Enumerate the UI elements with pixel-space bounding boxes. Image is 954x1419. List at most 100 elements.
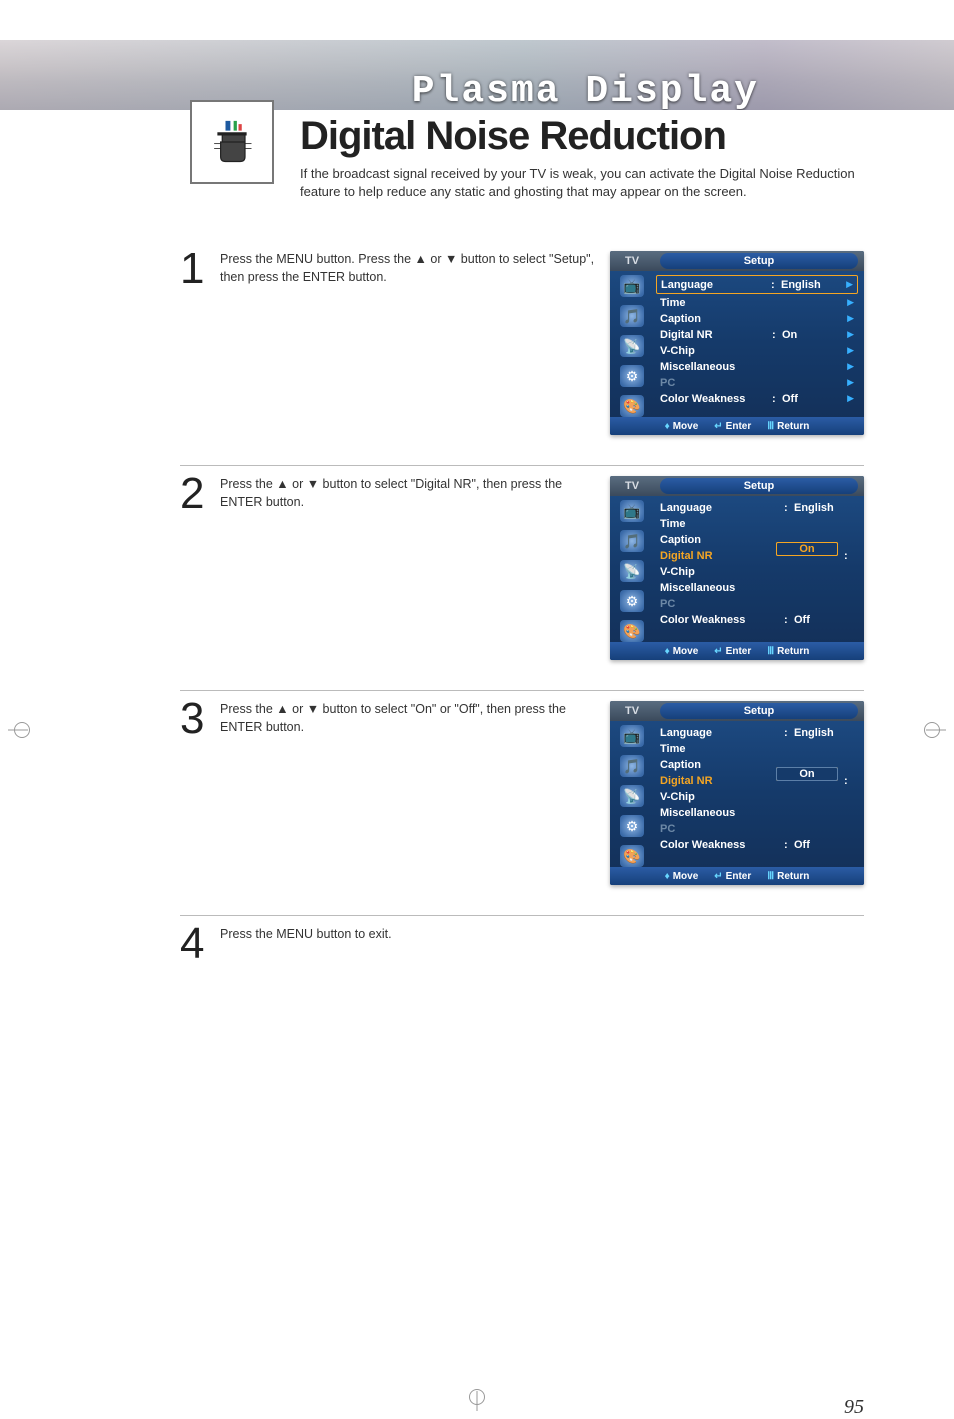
osd-row-language[interactable]: Language : English ▶ bbox=[656, 275, 858, 294]
footer-return: Return bbox=[777, 646, 809, 657]
step-1: 1 Press the MENU button. Press the ▲ or … bbox=[180, 241, 864, 466]
osd-value: English bbox=[794, 727, 854, 739]
osd-icon: 📡 bbox=[620, 560, 644, 582]
osd-row-color-weakness[interactable]: Color Weakness:Off bbox=[656, 837, 858, 852]
osd-row-misc[interactable]: Miscellaneous bbox=[656, 805, 858, 820]
osd-title: Setup bbox=[660, 703, 858, 719]
osd-row-misc[interactable]: Miscellaneous bbox=[656, 580, 858, 595]
chevron-right-icon: ▶ bbox=[842, 297, 854, 308]
osd-icon: 🎨 bbox=[620, 620, 644, 642]
osd-label: Language bbox=[660, 502, 784, 514]
osd-row-color-weakness[interactable]: Color Weakness:Off bbox=[656, 612, 858, 627]
osd-footer: ♦Move ↵Enter ⅢReturn bbox=[610, 867, 864, 885]
osd-row-pc[interactable]: PC▶ bbox=[656, 375, 858, 390]
osd-row-pc[interactable]: PC bbox=[656, 821, 858, 836]
osd-panel-3: TV Setup 📺 🎵 📡 ⚙ 🎨 Language:English Time… bbox=[610, 701, 864, 885]
footer-enter: Enter bbox=[726, 421, 752, 432]
step-text: Press the ▲ or ▼ button to select "On" o… bbox=[220, 701, 610, 736]
osd-row-digital-nr[interactable]: Digital NR:On▶ bbox=[656, 327, 858, 342]
osd-footer: ♦Move ↵Enter ⅢReturn bbox=[610, 642, 864, 660]
osd-icon: 🎵 bbox=[620, 305, 644, 327]
osd-label: Language bbox=[660, 727, 784, 739]
footer-move: Move bbox=[673, 646, 699, 657]
osd-row-time[interactable]: Time bbox=[656, 741, 858, 756]
osd-label: Time bbox=[660, 297, 842, 309]
osd-label: Time bbox=[660, 518, 854, 530]
updown-icon: ♦ bbox=[665, 421, 670, 432]
osd-icon: 📡 bbox=[620, 785, 644, 807]
osd-row-vchip[interactable]: V-Chip▶ bbox=[656, 343, 858, 358]
osd-icon: ⚙ bbox=[620, 590, 644, 612]
osd-label: Miscellaneous bbox=[660, 361, 842, 373]
osd-tv-label: TV bbox=[610, 705, 654, 717]
option-on[interactable]: On bbox=[776, 542, 838, 556]
osd-icon: 📡 bbox=[620, 335, 644, 357]
osd-title: Setup bbox=[660, 478, 858, 494]
osd-sidebar-icons: 📺 🎵 📡 ⚙ 🎨 bbox=[610, 271, 654, 417]
osd-label: Digital NR bbox=[660, 329, 772, 341]
osd-icon: 📺 bbox=[620, 275, 644, 297]
step-number: 4 bbox=[180, 922, 212, 966]
step-2: 2 Press the ▲ or ▼ button to select "Dig… bbox=[180, 466, 864, 691]
chevron-right-icon: ▶ bbox=[842, 377, 854, 388]
step-3: 3 Press the ▲ or ▼ button to select "On"… bbox=[180, 691, 864, 916]
osd-label: V-Chip bbox=[660, 791, 854, 803]
hand-icon bbox=[190, 100, 274, 184]
osd-row-vchip[interactable]: V-Chip bbox=[656, 564, 858, 579]
osd-label: PC bbox=[660, 823, 854, 835]
page-title: Digital Noise Reduction bbox=[300, 114, 954, 159]
enter-icon: ↵ bbox=[714, 646, 722, 657]
osd-sidebar-icons: 📺 🎵 📡 ⚙ 🎨 bbox=[610, 496, 654, 642]
osd-label: PC bbox=[660, 377, 842, 389]
header-band: Plasma Display bbox=[0, 40, 954, 110]
intro-text: If the broadcast signal received by your… bbox=[300, 165, 860, 201]
osd-tv-label: TV bbox=[610, 480, 654, 492]
osd-row-caption[interactable]: Caption▶ bbox=[656, 311, 858, 326]
osd-icon: 🎵 bbox=[620, 755, 644, 777]
step-4: 4 Press the MENU button to exit. bbox=[180, 916, 864, 996]
osd-label: PC bbox=[660, 598, 854, 610]
step-text: Press the MENU button to exit. bbox=[220, 926, 864, 944]
enter-icon: ↵ bbox=[714, 421, 722, 432]
osd-label: Color Weakness bbox=[660, 839, 784, 851]
osd-label: V-Chip bbox=[660, 345, 842, 357]
osd-label: V-Chip bbox=[660, 566, 854, 578]
chevron-right-icon: ▶ bbox=[841, 279, 853, 290]
osd-row-language[interactable]: Language:English bbox=[656, 500, 858, 515]
footer-move: Move bbox=[673, 871, 699, 882]
chevron-right-icon: ▶ bbox=[842, 393, 854, 404]
osd-icon: ⚙ bbox=[620, 365, 644, 387]
chevron-right-icon: ▶ bbox=[842, 361, 854, 372]
step-number: 1 bbox=[180, 247, 212, 291]
osd-footer: ♦Move ↵Enter ⅢReturn bbox=[610, 417, 864, 435]
chevron-right-icon: ▶ bbox=[842, 345, 854, 356]
osd-value: On bbox=[782, 329, 842, 341]
updown-icon: ♦ bbox=[665, 871, 670, 882]
step-number: 3 bbox=[180, 697, 212, 741]
osd-icon: 🎵 bbox=[620, 530, 644, 552]
osd-value: English bbox=[794, 502, 854, 514]
osd-row-language[interactable]: Language:English bbox=[656, 725, 858, 740]
osd-tv-label: TV bbox=[610, 255, 654, 267]
footer-move: Move bbox=[673, 421, 699, 432]
osd-panel-2: TV Setup 📺 🎵 📡 ⚙ 🎨 Language:English Time… bbox=[610, 476, 864, 660]
osd-row-pc[interactable]: PC bbox=[656, 596, 858, 611]
osd-icon: 📺 bbox=[620, 500, 644, 522]
osd-row-color-weakness[interactable]: Color Weakness:Off▶ bbox=[656, 391, 858, 406]
osd-value: Off bbox=[794, 614, 854, 626]
osd-label: Miscellaneous bbox=[660, 807, 854, 819]
option-on[interactable]: On bbox=[776, 767, 838, 781]
step-number: 2 bbox=[180, 472, 212, 516]
return-icon: Ⅲ bbox=[767, 421, 774, 432]
osd-label: Miscellaneous bbox=[660, 582, 854, 594]
osd-value: Off bbox=[782, 393, 842, 405]
osd-row-time[interactable]: Time▶ bbox=[656, 295, 858, 310]
enter-icon: ↵ bbox=[714, 871, 722, 882]
osd-row-time[interactable]: Time bbox=[656, 516, 858, 531]
osd-row-misc[interactable]: Miscellaneous▶ bbox=[656, 359, 858, 374]
osd-value: Off bbox=[794, 839, 854, 851]
step-text: Press the MENU button. Press the ▲ or ▼ … bbox=[220, 251, 610, 286]
osd-sidebar-icons: 📺 🎵 📡 ⚙ 🎨 bbox=[610, 721, 654, 867]
updown-icon: ♦ bbox=[665, 646, 670, 657]
osd-row-vchip[interactable]: V-Chip bbox=[656, 789, 858, 804]
